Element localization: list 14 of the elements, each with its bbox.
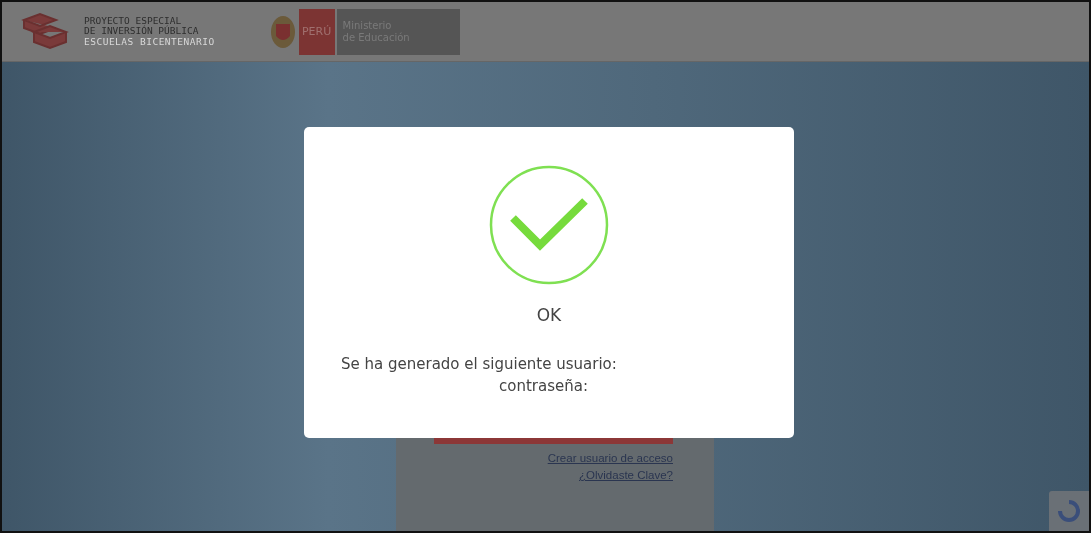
dialog-message: contraseña:: [499, 376, 588, 397]
recaptcha-icon: [1058, 500, 1080, 522]
checkmark-icon: [489, 165, 609, 285]
logo-icon: [20, 11, 70, 52]
link[interactable]: Crear usuario de acceso: [547, 450, 673, 467]
dialog-title: OK: [536, 305, 562, 325]
project-title: PROYECTO ESPECIAL: [84, 15, 182, 26]
coat-of-arms-icon: [268, 13, 297, 50]
country-label: PERÚ: [298, 8, 335, 55]
link[interactable]: ¿Olvidaste Clave?: [579, 467, 673, 484]
project-title: DE INVERSIÓN PÚBLICA: [84, 26, 200, 37]
dialog-message: Se ha generado el siguiente usuario:: [341, 354, 617, 375]
recaptcha-badge[interactable]: [1049, 491, 1089, 531]
project-title: ESCUELAS BICENTENARIO: [84, 36, 215, 48]
